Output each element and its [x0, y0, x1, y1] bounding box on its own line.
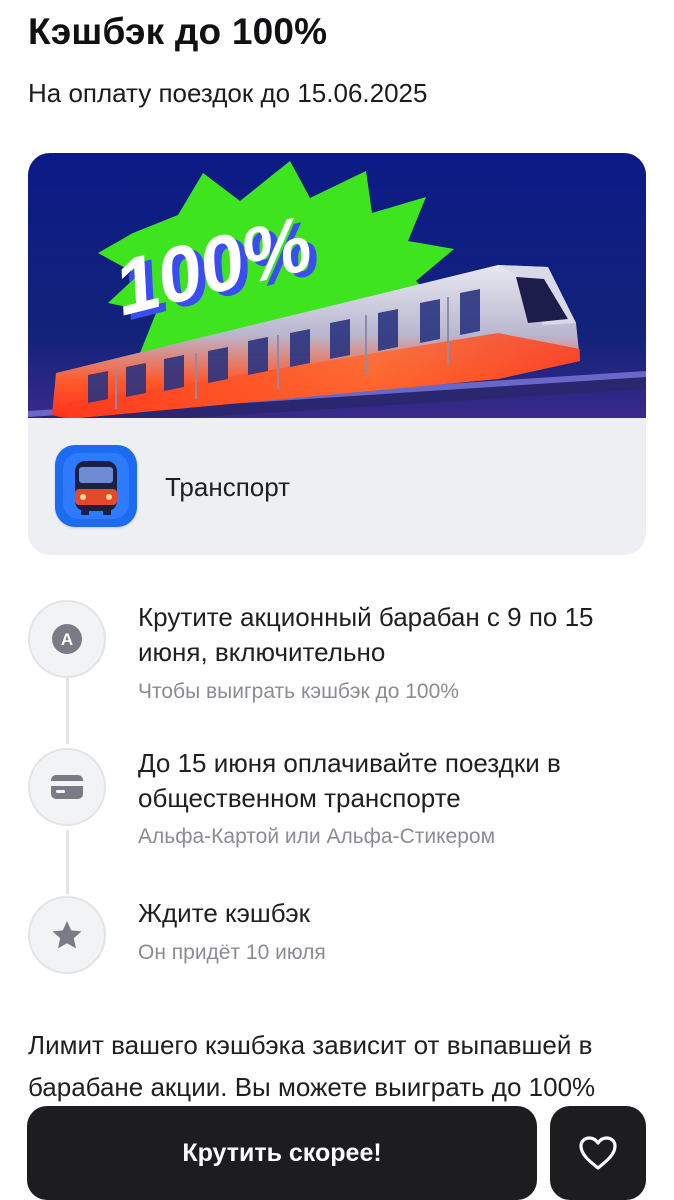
step-1-subtitle: Чтобы выиграть кэшбэк до 100% — [138, 680, 459, 703]
promo-page: Кэшбэк до 100% На оплату поездок до 15.0… — [0, 0, 674, 1200]
step-2-badge — [28, 748, 106, 826]
train-icon — [55, 445, 137, 527]
promo-banner: 100% 100% — [28, 153, 646, 418]
step-1-title: Крутите акционный барабан с 9 по 15 июня… — [138, 602, 594, 667]
card-icon — [51, 775, 83, 799]
limit-description: Лимит вашего кэшбэка зависит от выпавшей… — [28, 1030, 596, 1102]
page-title: Кэшбэк до 100% — [28, 11, 328, 52]
step-1-badge: A — [28, 600, 106, 678]
step-3-subtitle: Он придёт 10 июля — [138, 941, 326, 964]
spin-button[interactable]: Крутить скорее! — [27, 1106, 537, 1200]
page-subtitle: На оплату поездок до 15.06.2025 — [28, 78, 428, 108]
favorite-button[interactable] — [550, 1106, 646, 1200]
category-row: Транспорт — [28, 418, 646, 555]
step-2-subtitle: Альфа-Картой или Альфа-Стикером — [138, 825, 496, 848]
category-label: Транспорт — [165, 472, 291, 502]
heart-icon — [579, 1136, 617, 1170]
step-2-title: До 15 июня оплачивайте поездки в обществ… — [138, 748, 561, 813]
svg-text:A: A — [61, 630, 73, 649]
letter-a-icon: A — [52, 624, 82, 654]
step-3-title: Ждите кэшбэк — [138, 898, 311, 928]
steps-list: A Крутите акционный барабан с 9 по 15 ию… — [0, 590, 674, 990]
promo-card[interactable]: 100% 100% Транспорт — [28, 153, 646, 555]
step-3-badge — [28, 896, 106, 974]
star-icon — [52, 921, 82, 949]
step-connector — [66, 830, 69, 894]
step-connector — [66, 678, 69, 744]
